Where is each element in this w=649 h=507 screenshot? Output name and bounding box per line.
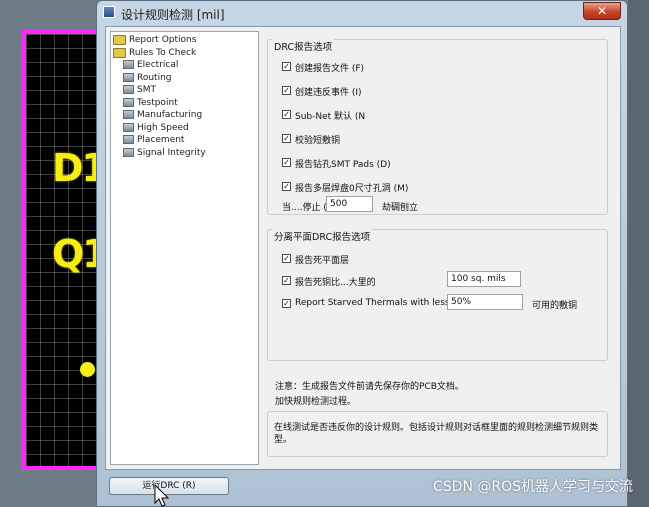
highspeed-icon [123,123,134,132]
verify-shorting-label: 校验短敷铜 [295,136,341,146]
tree-item-report-options[interactable]: Report Options [113,34,196,46]
electrical-icon [123,60,134,69]
create-report-checkbox[interactable]: ✓ [282,62,291,71]
starved-thermals-checkbox[interactable]: ✓ [282,299,291,308]
close-button[interactable]: ✕ [583,2,621,20]
report-drilled-checkbox[interactable]: ✓ [282,158,291,167]
note-line-1: 注意：生成报告文件前请先保存你的PCB文档。 [275,382,464,392]
dead-copper-input[interactable]: 100 sq. mils [447,271,521,287]
subnet-default-checkbox[interactable]: ✓ [282,110,291,119]
tree-item-label: Report Options [129,35,197,45]
starved-thermals-input[interactable]: 50% [447,294,523,310]
create-violations-checkbox[interactable]: ✓ [282,86,291,95]
tree-item-label: Electrical [137,60,179,70]
testpoint-icon [123,98,134,107]
tree-item-rules-to-check[interactable]: Rules To Check [113,47,196,59]
subnet-default-label: Sub-Net 默认 (N [295,112,366,122]
group-title: 分离平面DRC报告选项 [272,229,373,243]
create-violations-label: 创建违反事件 (I) [295,88,362,98]
dialog-body: Report Options Rules To Check Electrical… [105,26,621,470]
stop-after-label: 当....停止 (I [282,203,330,213]
dead-copper-label: 报告死铜比...大里的 [295,278,376,288]
tree-item-label: Testpoint [137,98,178,108]
dead-plane-checkbox[interactable]: ✓ [282,254,291,263]
drc-options-group: DRC报告选项 ✓ 创建报告文件 (F) ✓ 创建违反事件 (I) ✓ Sub-… [267,39,608,215]
drc-dialog: 设计规则检测 [mil] ✕ Report Options Rules To C… [96,0,628,507]
placement-icon [123,135,134,144]
tree-item-label: SMT [137,85,156,95]
starved-thermals-suffix: 可用的敷铜 [532,301,578,311]
tree-item-label: Manufacturing [137,110,203,120]
stop-after-input[interactable]: 500 [326,196,373,212]
watermark: CSDN @ROS机器人学习与交流 [433,479,633,495]
routing-icon [123,73,134,82]
tree-item-high-speed[interactable]: High Speed [123,122,189,134]
create-report-label: 创建报告文件 (F) [295,64,365,74]
split-plane-group: 分离平面DRC报告选项 ✓ 报告死平面层 ✓ 报告死铜比...大里的 100 s… [267,229,608,361]
tree-item-testpoint[interactable]: Testpoint [123,97,178,109]
workspace-background [628,0,649,507]
dialog-title: 设计规则检测 [mil] [121,8,225,22]
report-multilayer-checkbox[interactable]: ✓ [282,182,291,191]
group-title: DRC报告选项 [272,39,335,53]
options-tree: Report Options Rules To Check Electrical… [110,31,259,465]
description-text: 在线测试是否违反你的设计规则。包括设计规则对话框里面的规则检测细节规则类型。 [274,423,599,445]
tree-item-label: Placement [137,135,185,145]
dead-plane-label: 报告死平面层 [295,256,350,266]
app-icon [103,6,115,18]
tree-item-electrical[interactable]: Electrical [123,59,178,71]
tree-item-routing[interactable]: Routing [123,72,172,84]
tree-item-signal-integrity[interactable]: Signal Integrity [123,147,206,159]
tree-item-label: Signal Integrity [137,148,206,158]
folder-icon [113,34,126,45]
tree-item-manufacturing[interactable]: Manufacturing [123,109,202,121]
note-line-2: 加快规则检测过程。 [275,397,357,407]
signal-integrity-icon [123,148,134,157]
pcb-pad [80,362,95,377]
stop-after-suffix: 劫碉刨立 [382,203,419,213]
tree-item-placement[interactable]: Placement [123,134,184,146]
tree-item-label: Routing [137,73,172,83]
smt-icon [123,85,134,94]
tree-item-smt[interactable]: SMT [123,84,156,96]
report-multilayer-label: 报告多层焊盘0尺寸孔洞 (M) [295,184,409,194]
description-box: 在线测试是否违反你的设计规则。包括设计规则对话框里面的规则检测细节规则类型。 [267,411,608,457]
dead-copper-checkbox[interactable]: ✓ [282,276,291,285]
mouse-cursor-icon [154,484,170,507]
folder-icon [113,47,126,58]
verify-shorting-checkbox[interactable]: ✓ [282,134,291,143]
report-drilled-label: 报告钻孔SMT Pads (D) [295,160,391,170]
dialog-titlebar: 设计规则检测 [mil] ✕ [97,1,627,25]
tree-item-label: High Speed [137,123,189,133]
tree-item-label: Rules To Check [129,48,197,58]
manufacturing-icon [123,110,134,119]
